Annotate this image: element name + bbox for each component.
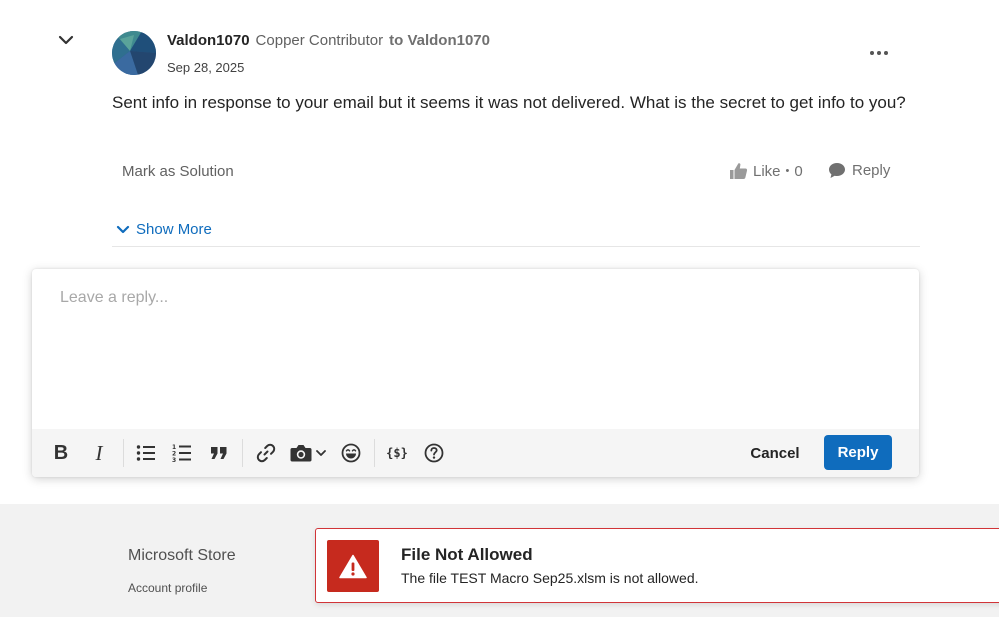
toolbar-separator xyxy=(242,439,243,467)
post-date: Sep 28, 2025 xyxy=(167,60,245,75)
smiley-icon xyxy=(341,443,361,463)
footer-heading: Microsoft Store xyxy=(128,547,236,564)
italic-icon: I xyxy=(95,440,103,465)
toast-icon-box xyxy=(327,540,379,592)
quote-button[interactable] xyxy=(208,441,230,465)
footer-link-account-profile[interactable]: Account profile xyxy=(128,581,207,595)
insert-image-button[interactable] xyxy=(286,441,330,465)
reply-button[interactable]: Reply xyxy=(828,162,890,179)
more-options-button[interactable] xyxy=(866,42,892,64)
cancel-button[interactable]: Cancel xyxy=(742,441,808,465)
avatar[interactable] xyxy=(112,31,156,75)
show-more-label: Show More xyxy=(136,221,212,238)
numbered-list-icon: 1 2 3 xyxy=(172,444,191,463)
page: Valdon1070 Copper Contributor to Valdon1… xyxy=(0,0,999,617)
warning-icon xyxy=(339,554,367,578)
toolbar-separator xyxy=(123,439,124,467)
code-snippet-button[interactable]: {$} xyxy=(384,441,410,465)
submit-reply-button[interactable]: Reply xyxy=(824,435,892,470)
error-toast: File Not Allowed The file TEST Macro Sep… xyxy=(315,528,999,603)
author-line: Valdon1070 Copper Contributor to Valdon1… xyxy=(167,32,490,49)
help-circle-icon xyxy=(424,443,444,463)
svg-text:3: 3 xyxy=(172,457,176,463)
toast-message: The file TEST Macro Sep25.xlsm is not al… xyxy=(401,570,699,586)
divider xyxy=(112,246,920,247)
show-more-button[interactable]: Show More xyxy=(116,221,212,238)
numbered-list-button[interactable]: 1 2 3 xyxy=(171,441,193,465)
like-label: Like xyxy=(753,162,781,180)
speech-bubble-icon xyxy=(829,163,845,178)
code-braces-icon: {$} xyxy=(386,446,408,460)
like-button[interactable]: Like • 0 xyxy=(729,162,803,180)
chevron-down-icon xyxy=(58,35,74,45)
chevron-down-icon xyxy=(316,449,326,456)
reply-editor: B I 1 2 3 xyxy=(32,269,919,477)
bold-button[interactable]: B xyxy=(50,441,72,465)
author-name[interactable]: Valdon1070 xyxy=(167,32,250,49)
link-button[interactable] xyxy=(254,441,278,465)
emoji-button[interactable] xyxy=(339,441,363,465)
mark-as-solution-button[interactable]: Mark as Solution xyxy=(122,163,234,180)
author-rank: Copper Contributor xyxy=(255,32,384,49)
reply-label: Reply xyxy=(852,162,891,179)
bold-icon: B xyxy=(53,441,69,464)
help-button[interactable] xyxy=(422,441,446,465)
bulleted-list-icon xyxy=(136,445,155,461)
more-horizontal-icon xyxy=(870,51,888,55)
toolbar-separator xyxy=(374,439,375,467)
bulleted-list-button[interactable] xyxy=(135,441,157,465)
reply-input[interactable] xyxy=(32,269,919,429)
link-icon xyxy=(256,443,276,463)
thumbs-up-icon xyxy=(730,163,748,179)
like-separator: • xyxy=(785,165,790,177)
italic-button[interactable]: I xyxy=(88,441,110,465)
collapse-thread-button[interactable] xyxy=(54,28,78,52)
camera-icon xyxy=(290,445,312,462)
chevron-down-icon xyxy=(116,225,130,234)
reply-to-user[interactable]: to Valdon1070 xyxy=(389,32,490,49)
like-count: 0 xyxy=(794,162,803,180)
toast-title: File Not Allowed xyxy=(401,545,533,564)
quote-icon xyxy=(211,447,227,459)
post-body: Sent info in response to your email but … xyxy=(112,93,906,112)
